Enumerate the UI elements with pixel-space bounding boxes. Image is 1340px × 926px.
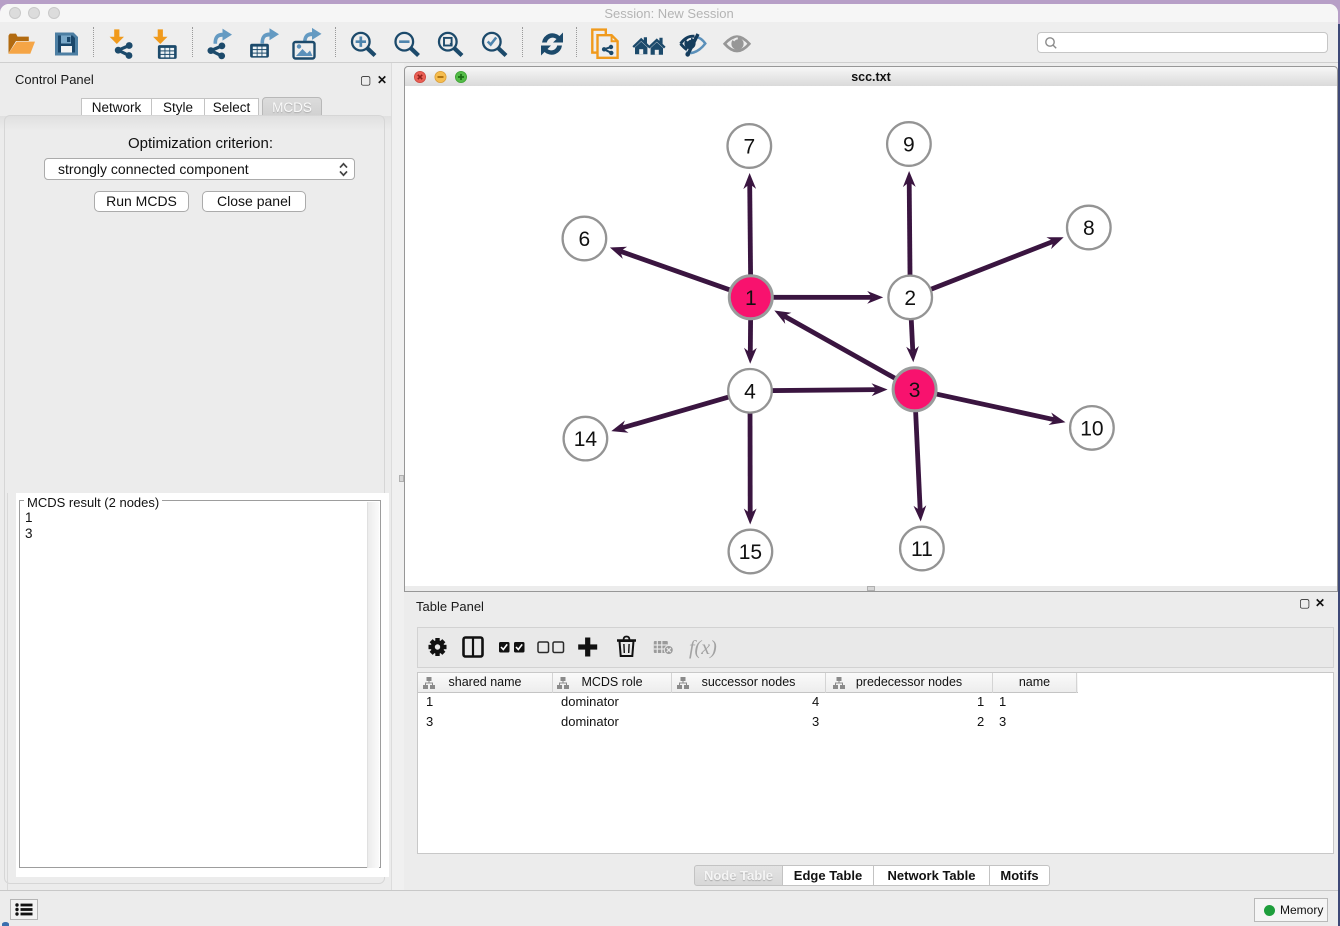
svg-text:1: 1	[745, 287, 757, 310]
svg-text:15: 15	[739, 541, 762, 564]
svg-text:7: 7	[743, 136, 755, 159]
svg-text:9: 9	[903, 134, 915, 157]
svg-text:11: 11	[911, 538, 933, 561]
svg-text:2: 2	[904, 287, 916, 310]
svg-text:3: 3	[909, 379, 921, 402]
svg-text:6: 6	[579, 228, 591, 251]
svg-text:4: 4	[744, 380, 756, 403]
svg-text:10: 10	[1080, 417, 1103, 440]
svg-text:14: 14	[574, 428, 598, 451]
svg-text:f(x): f(x)	[689, 637, 717, 659]
svg-text:8: 8	[1083, 217, 1095, 240]
